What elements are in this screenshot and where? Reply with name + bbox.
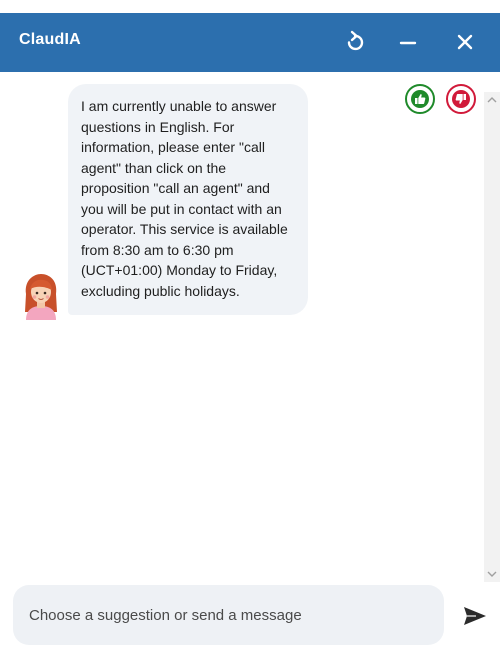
conversation-area: I am currently unable to answer question… (0, 72, 500, 582)
send-icon (462, 605, 488, 632)
chat-title: ClaudIA (19, 31, 81, 48)
send-button[interactable] (460, 603, 490, 633)
close-button[interactable] (450, 27, 480, 57)
message-composer[interactable] (13, 585, 444, 645)
thumbs-up-icon (411, 90, 429, 108)
bot-message-bubble: I am currently unable to answer question… (68, 84, 308, 315)
close-icon (455, 32, 475, 52)
minimize-button[interactable] (393, 27, 423, 57)
thumbs-up-button[interactable] (405, 84, 435, 114)
minimize-icon (398, 32, 418, 52)
scroll-down-icon[interactable] (484, 566, 500, 582)
chat-header: ClaudIA (0, 13, 500, 72)
scrollbar[interactable] (484, 92, 500, 582)
refresh-button[interactable] (340, 27, 370, 57)
scroll-up-icon[interactable] (484, 92, 500, 108)
bot-avatar (20, 272, 62, 320)
chat-widget: ClaudIA I am currently unable to answer … (0, 0, 500, 648)
top-spacer (0, 0, 500, 13)
thumbs-down-button[interactable] (446, 84, 476, 114)
thumbs-down-icon (452, 90, 470, 108)
refresh-icon (344, 30, 366, 54)
message-input[interactable] (27, 605, 430, 625)
